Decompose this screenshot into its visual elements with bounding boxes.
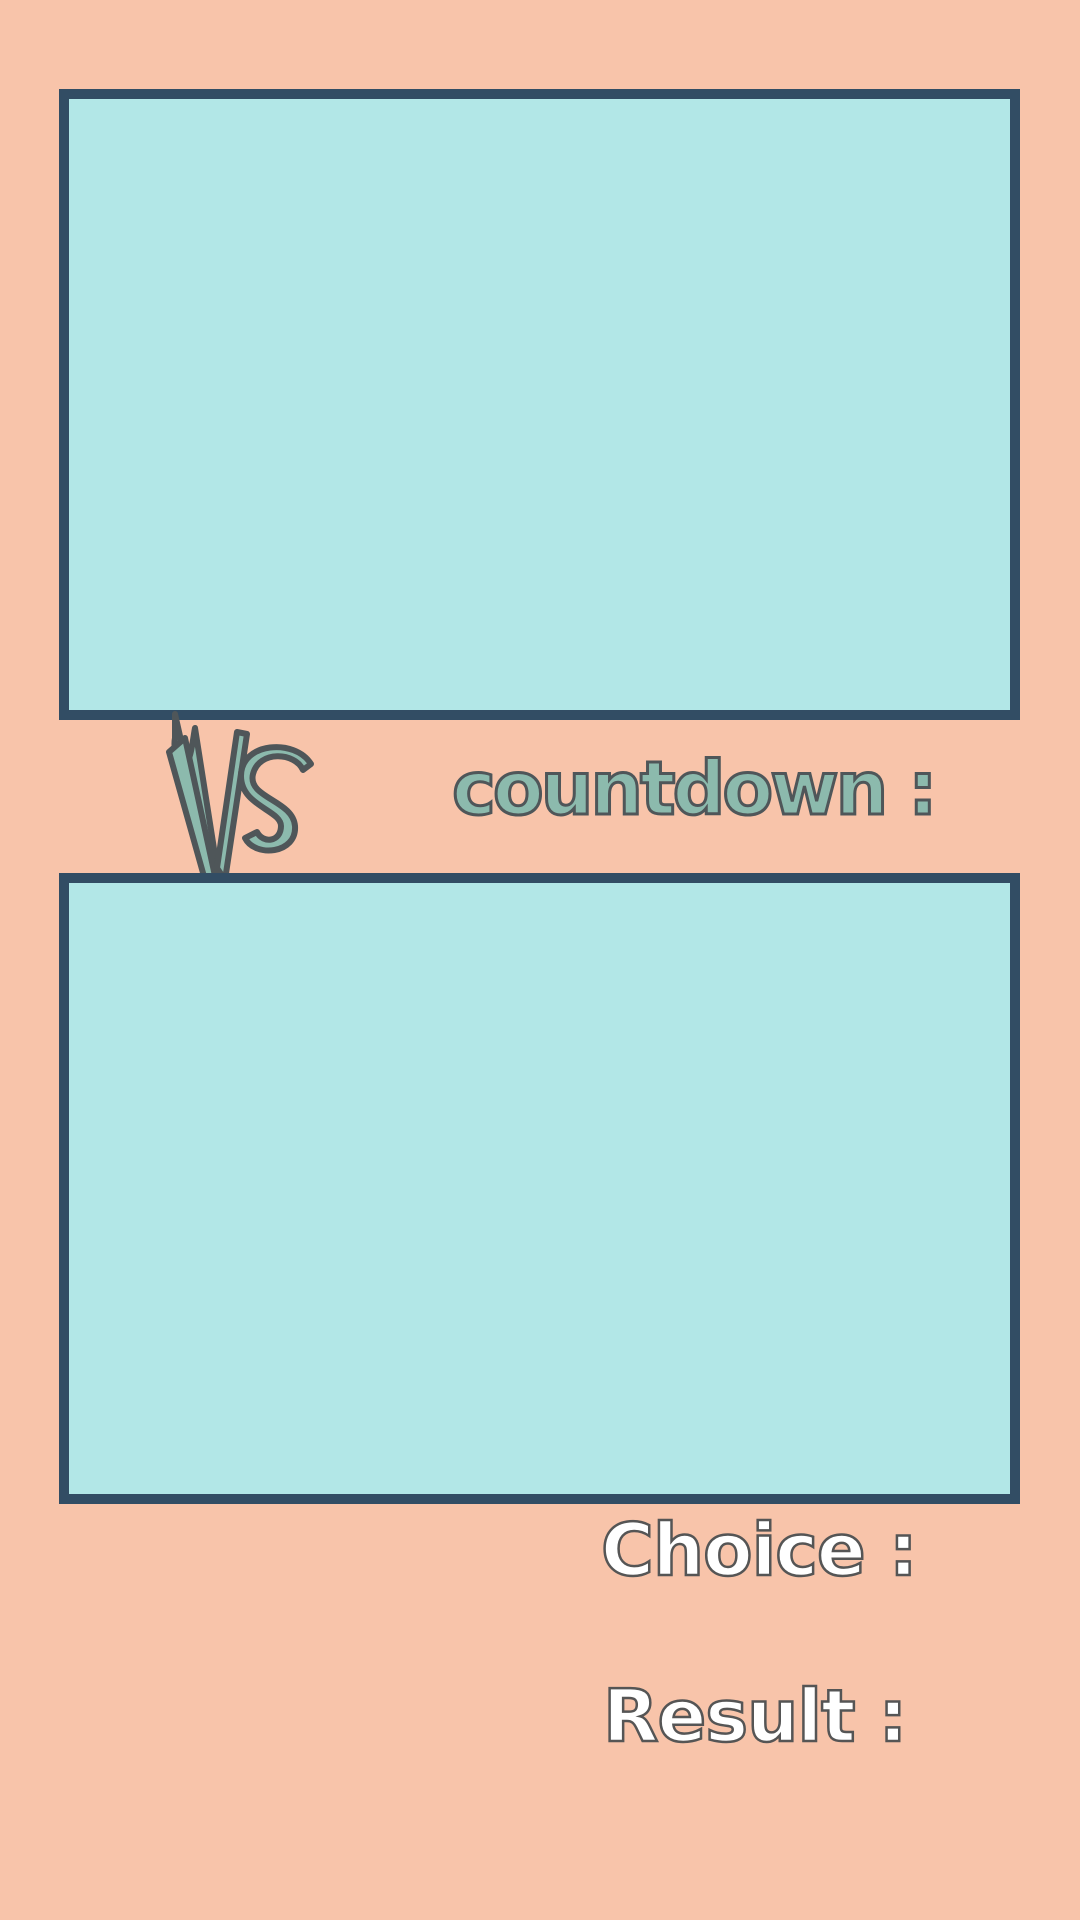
countdown-label: countdown : bbox=[451, 746, 940, 832]
opponent-display-panel bbox=[59, 89, 1020, 720]
vs-letter-v bbox=[166, 711, 250, 883]
vs-logo bbox=[166, 711, 314, 883]
vs-letter-s bbox=[238, 744, 314, 854]
choice-label: Choice : bbox=[600, 1508, 919, 1592]
result-label: Result : bbox=[602, 1674, 909, 1758]
player-display-panel bbox=[59, 873, 1020, 1504]
game-screen: countdown : Choice : Result : bbox=[0, 0, 1080, 1920]
